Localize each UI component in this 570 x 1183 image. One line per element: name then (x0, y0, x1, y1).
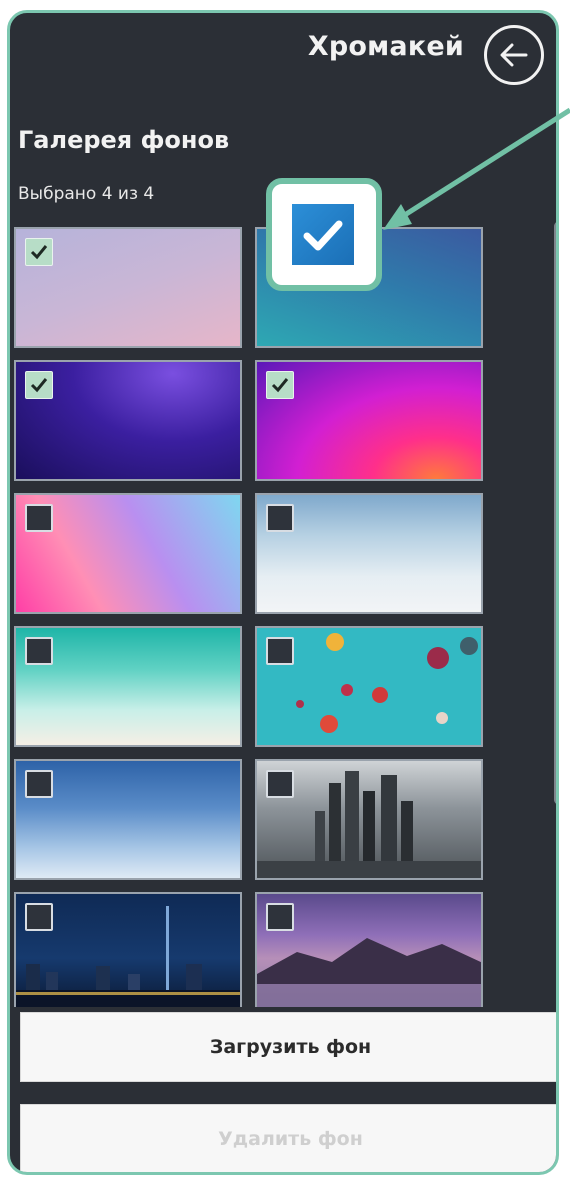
background-thumbnail[interactable] (14, 626, 242, 747)
checkmark-icon (303, 220, 343, 251)
thumbnail-checkbox[interactable] (266, 504, 294, 532)
background-thumbnail[interactable] (14, 360, 242, 481)
background-thumbnail[interactable] (14, 892, 242, 1007)
background-thumbnail[interactable] (255, 493, 483, 614)
night-skyline-illustration (16, 906, 240, 1007)
checkmark-icon (271, 378, 289, 393)
gallery-scrollbar[interactable] (554, 221, 556, 805)
checkbox-callout (266, 178, 382, 291)
thumbnail-checkbox[interactable] (266, 371, 294, 399)
background-thumbnail[interactable] (255, 360, 483, 481)
background-thumbnail[interactable] (255, 759, 483, 880)
background-gallery (14, 227, 487, 1007)
checkmark-icon (30, 378, 48, 393)
thumbnail-checkbox[interactable] (25, 770, 53, 798)
background-thumbnail[interactable] (14, 493, 242, 614)
thumbnail-checkbox[interactable] (25, 504, 53, 532)
delete-background-button[interactable]: Удалить фон (20, 1104, 556, 1172)
thumbnail-checkbox[interactable] (25, 371, 53, 399)
background-thumbnail[interactable] (255, 626, 483, 747)
mountains-illustration (257, 938, 481, 1007)
upload-background-button[interactable]: Загрузить фон (20, 1012, 556, 1082)
checked-checkbox-icon (292, 204, 354, 265)
thumbnail-checkbox[interactable] (25, 637, 53, 665)
background-thumbnail[interactable] (14, 759, 242, 880)
background-thumbnail[interactable] (255, 892, 483, 1007)
hot-air-balloons-illustration (296, 633, 478, 733)
skyscrapers-illustration (257, 771, 481, 878)
